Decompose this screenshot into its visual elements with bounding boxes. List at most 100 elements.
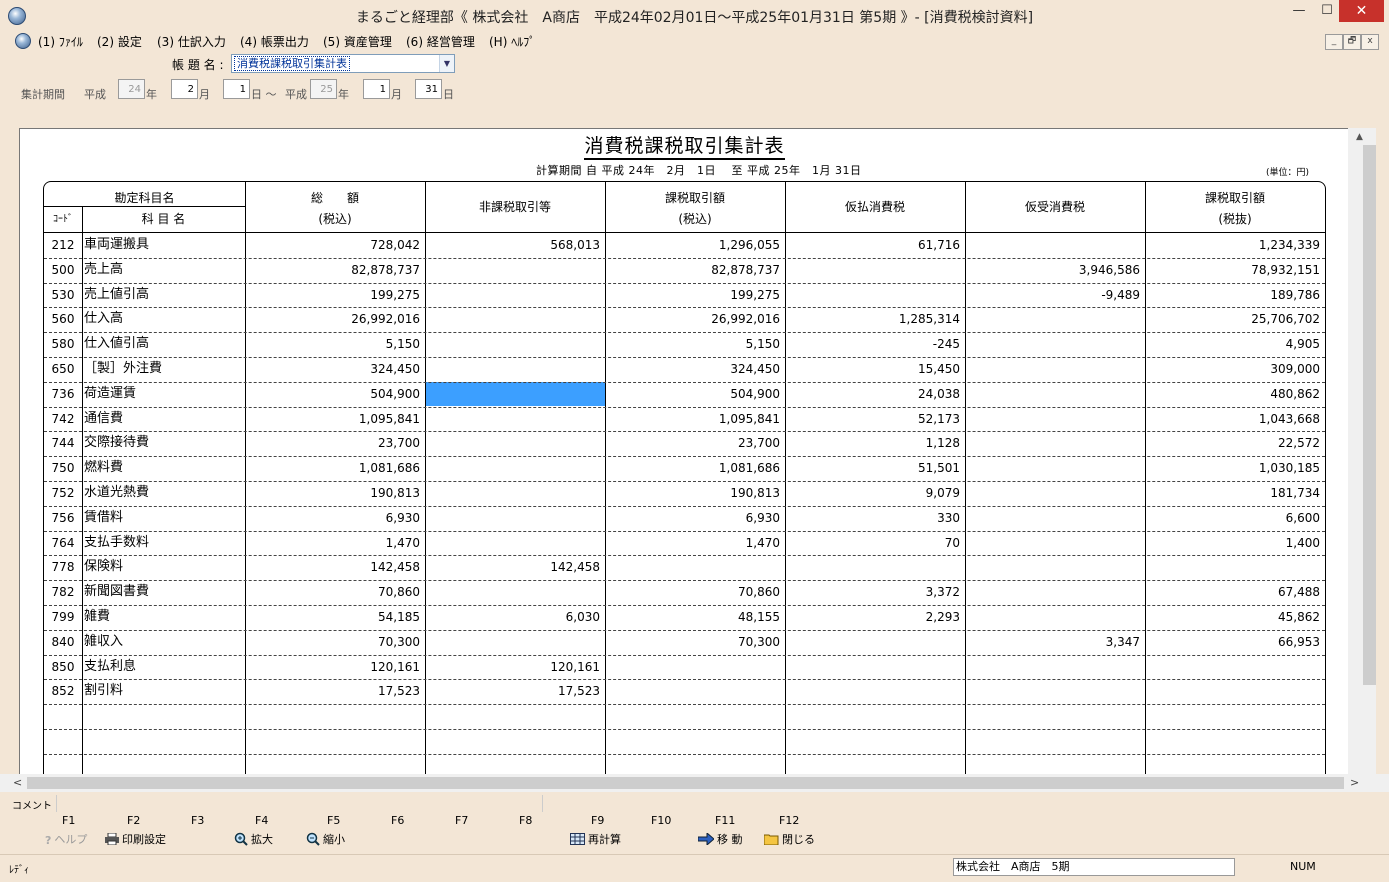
cell-account-name[interactable]: 雑費: [84, 607, 244, 627]
cell-total[interactable]: 5,150: [245, 334, 420, 354]
cell-total[interactable]: 1,470: [245, 533, 420, 553]
mdi-restore-button[interactable]: 🗗: [1343, 34, 1361, 50]
cell-input-tax[interactable]: 1,128: [785, 433, 960, 453]
cell-total[interactable]: 17,523: [245, 681, 420, 701]
cell-net[interactable]: 1,234,339: [1145, 235, 1320, 255]
cell-total[interactable]: 70,300: [245, 632, 420, 652]
cell-net[interactable]: 1,043,668: [1145, 409, 1320, 429]
cell-nontaxable[interactable]: [425, 260, 600, 280]
cell-output-tax[interactable]: [965, 657, 1140, 677]
cell-input-tax[interactable]: 51,501: [785, 458, 960, 478]
cell-net[interactable]: 309,000: [1145, 359, 1320, 379]
cell-input-tax[interactable]: 61,716: [785, 235, 960, 255]
cell-net[interactable]: [1145, 657, 1320, 677]
cell-nontaxable[interactable]: [425, 433, 600, 453]
cell-input-tax[interactable]: [785, 657, 960, 677]
cell-nontaxable[interactable]: 568,013: [425, 235, 600, 255]
cell-net[interactable]: 1,400: [1145, 533, 1320, 553]
minimize-button[interactable]: —: [1284, 0, 1314, 22]
month-to-field[interactable]: 1: [363, 79, 390, 99]
cell-code[interactable]: 840: [44, 632, 82, 652]
cell-nontaxable[interactable]: [425, 632, 600, 652]
cell-code[interactable]: 500: [44, 260, 82, 280]
cell-total[interactable]: 199,275: [245, 285, 420, 305]
maximize-button[interactable]: ☐: [1314, 0, 1340, 22]
cell-net[interactable]: 78,932,151: [1145, 260, 1320, 280]
cell-input-tax[interactable]: [785, 632, 960, 652]
cell-nontaxable[interactable]: [425, 309, 600, 329]
cell-output-tax[interactable]: [965, 235, 1140, 255]
cell-nontaxable[interactable]: [425, 582, 600, 602]
cell-account-name[interactable]: 割引料: [84, 681, 244, 701]
cell-net[interactable]: [1145, 557, 1320, 577]
help-button[interactable]: ? ヘルプ: [45, 831, 87, 847]
cell-code[interactable]: 750: [44, 458, 82, 478]
cell-input-tax[interactable]: -245: [785, 334, 960, 354]
horizontal-scrollbar[interactable]: < >: [0, 774, 1389, 792]
cell-taxable[interactable]: 70,300: [605, 632, 780, 652]
cell-input-tax[interactable]: [785, 557, 960, 577]
cell-input-tax[interactable]: [785, 285, 960, 305]
menu-help[interactable]: (H) ﾍﾙﾌﾟ: [489, 33, 535, 50]
cell-taxable[interactable]: 6,930: [605, 508, 780, 528]
move-button[interactable]: 移 動: [697, 831, 743, 848]
cell-total[interactable]: 82,878,737: [245, 260, 420, 280]
cell-code[interactable]: 799: [44, 607, 82, 627]
cell-code[interactable]: 744: [44, 433, 82, 453]
mdi-close-button[interactable]: x: [1361, 34, 1379, 50]
scroll-right-icon[interactable]: >: [1350, 776, 1359, 789]
cell-output-tax[interactable]: -9,489: [965, 285, 1140, 305]
comment-field[interactable]: [56, 795, 542, 812]
cell-account-name[interactable]: 支払手数料: [84, 533, 244, 553]
cell-total[interactable]: 120,161: [245, 657, 420, 677]
cell-input-tax[interactable]: 52,173: [785, 409, 960, 429]
close-window-button[interactable]: 閉じる: [763, 831, 815, 848]
scroll-left-icon[interactable]: <: [13, 776, 22, 789]
month-from-field[interactable]: 2: [171, 79, 198, 99]
cell-output-tax[interactable]: [965, 433, 1140, 453]
zoom-in-button[interactable]: 拡大: [234, 831, 273, 849]
cell-output-tax[interactable]: [965, 607, 1140, 627]
cell-account-name[interactable]: 水道光熱費: [84, 483, 244, 503]
cell-code[interactable]: 756: [44, 508, 82, 528]
horizontal-scroll-thumb[interactable]: [27, 777, 1344, 789]
cell-taxable[interactable]: 23,700: [605, 433, 780, 453]
cell-output-tax[interactable]: [965, 508, 1140, 528]
menu-file[interactable]: (1) ﾌｧｲﾙ: [38, 33, 83, 50]
cell-account-name[interactable]: 通信費: [84, 409, 244, 429]
cell-taxable[interactable]: 324,450: [605, 359, 780, 379]
cell-nontaxable[interactable]: [425, 359, 600, 379]
cell-net[interactable]: 480,862: [1145, 384, 1320, 404]
cell-net[interactable]: 45,862: [1145, 607, 1320, 627]
cell-code[interactable]: 782: [44, 582, 82, 602]
cell-code[interactable]: 852: [44, 681, 82, 701]
vertical-scrollbar[interactable]: ▲: [1348, 128, 1376, 774]
vertical-scroll-thumb[interactable]: [1363, 145, 1376, 685]
day-to-field[interactable]: 31: [415, 79, 442, 99]
cell-total[interactable]: 728,042: [245, 235, 420, 255]
cell-net[interactable]: [1145, 681, 1320, 701]
cell-net[interactable]: 66,953: [1145, 632, 1320, 652]
cell-output-tax[interactable]: 3,347: [965, 632, 1140, 652]
cell-nontaxable[interactable]: [425, 285, 600, 305]
cell-code[interactable]: 530: [44, 285, 82, 305]
cell-account-name[interactable]: 荷造運賃: [84, 384, 244, 404]
cell-input-tax[interactable]: 330: [785, 508, 960, 528]
cell-nontaxable[interactable]: [425, 334, 600, 354]
cell-code[interactable]: 560: [44, 309, 82, 329]
cell-total[interactable]: 142,458: [245, 557, 420, 577]
cell-taxable[interactable]: 26,992,016: [605, 309, 780, 329]
menu-settings[interactable]: (2) 設定: [97, 33, 142, 50]
cell-output-tax[interactable]: [965, 359, 1140, 379]
cell-nontaxable[interactable]: 120,161: [425, 657, 600, 677]
cell-output-tax[interactable]: [965, 409, 1140, 429]
cell-net[interactable]: 67,488: [1145, 582, 1320, 602]
cell-nontaxable[interactable]: [425, 409, 600, 429]
cell-input-tax[interactable]: 24,038: [785, 384, 960, 404]
cell-nontaxable[interactable]: 142,458: [425, 557, 600, 577]
close-button[interactable]: ✕: [1339, 0, 1384, 22]
cell-input-tax[interactable]: 15,450: [785, 359, 960, 379]
cell-input-tax[interactable]: 1,285,314: [785, 309, 960, 329]
cell-taxable[interactable]: 504,900: [605, 384, 780, 404]
recalculate-button[interactable]: 再計算: [570, 831, 621, 848]
